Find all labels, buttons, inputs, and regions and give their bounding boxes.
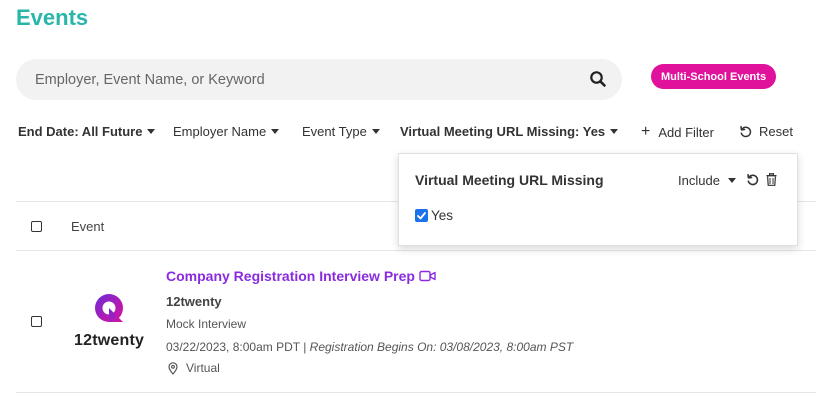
caret-down-icon (610, 129, 619, 134)
include-label: Include (678, 173, 720, 188)
yes-checkbox[interactable] (415, 209, 428, 222)
event-title: Company Registration Interview Prep (166, 268, 415, 284)
video-camera-icon (419, 270, 436, 282)
caret-down-icon (727, 178, 736, 183)
logo-mark-icon (95, 294, 123, 322)
filter-end-date[interactable]: End Date: All Future (18, 124, 156, 139)
reset-icon (740, 125, 752, 138)
filter-employer-name-label: Employer Name (173, 124, 267, 139)
undo-icon[interactable] (746, 173, 759, 186)
row-checkbox[interactable] (31, 316, 42, 327)
trash-icon[interactable] (766, 173, 777, 186)
event-location-label: Virtual (186, 361, 220, 375)
search-icon[interactable] (589, 70, 607, 88)
event-title-link[interactable]: Company Registration Interview Prep (166, 268, 436, 284)
caret-down-icon (271, 129, 280, 134)
page-title: Events (16, 5, 89, 30)
select-all-checkbox[interactable] (31, 221, 42, 232)
reset-label: Reset (759, 124, 793, 139)
plus-icon: + (641, 123, 651, 140)
popover-title: Virtual Meeting URL Missing (415, 172, 604, 188)
multi-school-events-button[interactable]: Multi-School Events (651, 64, 776, 89)
filter-virtual-meeting-url-label: Virtual Meeting URL Missing: Yes (400, 124, 606, 139)
event-registration: Registration Begins On: 03/08/2023, 8:00… (309, 340, 574, 354)
divider (16, 392, 816, 393)
caret-down-icon (371, 129, 380, 134)
include-dropdown[interactable]: Include (678, 173, 736, 188)
filter-event-type[interactable]: Event Type (302, 124, 380, 139)
divider (16, 250, 816, 251)
logo-wordmark: 12twenty (74, 332, 145, 349)
filter-end-date-label: End Date: All Future (18, 124, 143, 139)
yes-option-label[interactable]: Yes (431, 208, 453, 223)
column-header-event: Event (71, 219, 105, 234)
employer-logo: 12twenty (74, 290, 144, 352)
event-employer: 12twenty (166, 294, 222, 309)
caret-down-icon (147, 129, 156, 134)
filter-event-type-label: Event Type (302, 124, 367, 139)
search-bar (16, 59, 622, 100)
checkmark-icon (417, 211, 426, 219)
event-dates: 03/22/2023, 8:00am PDT | Registration Be… (166, 340, 574, 354)
location-pin-icon (168, 361, 178, 375)
event-location: Virtual (168, 361, 220, 375)
add-filter-label: Add Filter (658, 124, 714, 140)
filter-popover: Virtual Meeting URL Missing Include Yes (398, 153, 798, 246)
event-date: 03/22/2023, 8:00am PDT (166, 340, 300, 354)
event-type: Mock Interview (166, 317, 247, 331)
search-input[interactable] (35, 59, 575, 100)
filter-virtual-meeting-url[interactable]: Virtual Meeting URL Missing: Yes (400, 124, 619, 139)
filter-employer-name[interactable]: Employer Name (173, 124, 280, 139)
add-filter-button[interactable]: + Add Filter (641, 124, 714, 140)
reset-button[interactable]: Reset (739, 124, 793, 139)
